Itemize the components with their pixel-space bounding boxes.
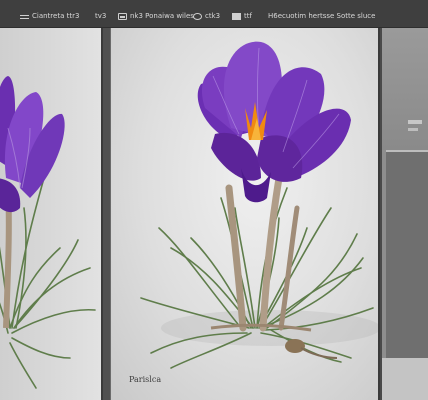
right-panel-top xyxy=(382,28,428,150)
image-icon xyxy=(118,12,127,20)
toolbar-item-2[interactable]: tv3 xyxy=(95,10,106,22)
top-toolbar: Ciantreta ttr3 tv3 nk3 Ponaiwa wiles ctk… xyxy=(0,0,428,28)
right-panel-label-bar-small xyxy=(408,128,418,131)
toolbar-item-1-label: Ciantreta ttr3 xyxy=(32,12,80,20)
image-caption: Parislca xyxy=(129,375,162,384)
toolbar-item-4[interactable]: ctk3 xyxy=(193,10,220,22)
toolbar-item-6-label: H6ecuotim hertsse Sotte sluce xyxy=(268,12,376,20)
toolbar-item-5-label: ttf xyxy=(244,12,252,20)
right-panel-bottom xyxy=(382,358,428,400)
left-crocus-image xyxy=(0,76,96,389)
toolbar-item-1[interactable]: Ciantreta ttr3 xyxy=(20,10,79,22)
right-panel-label-bar xyxy=(408,120,422,124)
pipe-icon xyxy=(232,12,241,20)
circle-icon xyxy=(193,12,202,20)
toolbar-item-4-label: ctk3 xyxy=(205,12,221,20)
right-side-panel xyxy=(382,28,428,400)
right-panel-preview[interactable] xyxy=(386,150,428,358)
crocus-image xyxy=(140,41,378,369)
toolbar-item-6[interactable]: H6ecuotim hertsse Sotte sluce xyxy=(268,10,375,22)
left-image-panel[interactable] xyxy=(0,28,103,400)
toolbar-item-2-label: tv3 xyxy=(95,12,107,20)
toolbar-item-5[interactable]: ttf xyxy=(232,10,252,22)
menu-bars-icon xyxy=(20,13,29,20)
main-image-panel[interactable]: Parislca xyxy=(110,28,380,400)
panel-divider xyxy=(103,28,110,400)
toolbar-item-3[interactable]: nk3 Ponaiwa wiles xyxy=(118,10,194,22)
toolbar-item-3-label: nk3 Ponaiwa wiles xyxy=(130,12,194,20)
